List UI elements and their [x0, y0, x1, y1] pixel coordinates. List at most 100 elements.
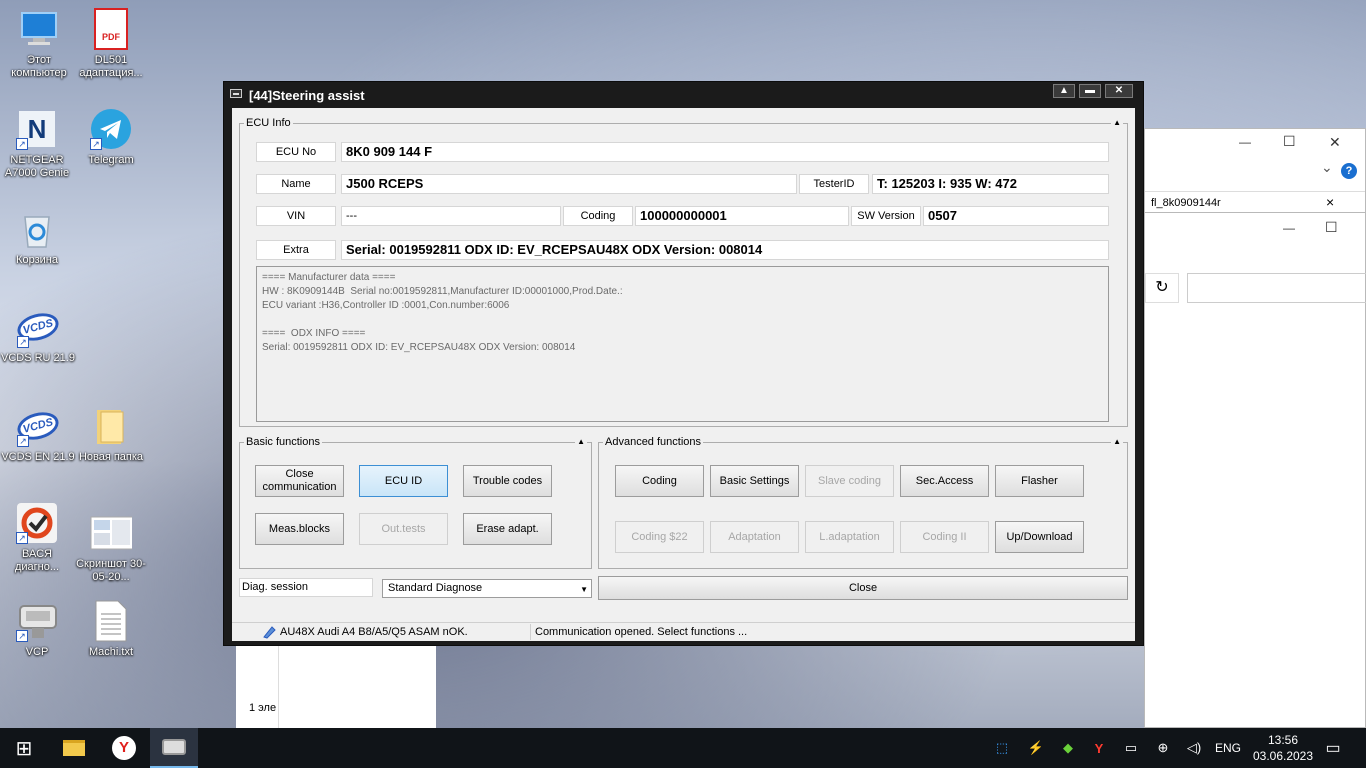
- collapse-arrow-icon[interactable]: ▲: [1111, 118, 1123, 128]
- vcp-connector-icon: [162, 739, 186, 755]
- volume-icon[interactable]: ◁): [1182, 728, 1206, 768]
- start-button[interactable]: ⊞: [0, 728, 48, 768]
- desktop-icon-label: NETGEAR A7000 Genie: [4, 154, 70, 179]
- minimize-button[interactable]: —: [1239, 135, 1251, 149]
- chevron-down-icon[interactable]: ⌄: [1321, 159, 1333, 176]
- title-bar[interactable]: [44]Steering assist ▲ ▬ ✕: [224, 82, 1143, 106]
- maximize-button[interactable]: ☐: [1283, 133, 1296, 150]
- desktop-icon-label: Этот компьютер: [11, 54, 67, 79]
- basic-settings-button[interactable]: Basic Settings: [710, 465, 799, 497]
- tester-id-label: TesterID: [799, 174, 869, 194]
- desktop-icon-netgear[interactable]: N ↗ NETGEAR A7000 Genie: [0, 108, 74, 180]
- taskbar-vcds[interactable]: [150, 728, 198, 768]
- desktop-icon-label: ВАСЯ диагно...: [14, 548, 60, 573]
- network-icon[interactable]: ⊕: [1151, 728, 1175, 768]
- screenshot-tray-icon[interactable]: ⬚: [990, 728, 1014, 768]
- desktop-icon-vcds-en[interactable]: VCDS ↗ VCDS EN 21.9: [1, 405, 75, 464]
- clock-time: 13:56: [1267, 733, 1299, 747]
- close-window-button[interactable]: ✕: [1105, 84, 1133, 98]
- ecu-details-box[interactable]: ==== Manufacturer data ==== HW : 8K09091…: [256, 266, 1109, 422]
- search-input[interactable]: [1187, 273, 1366, 303]
- desktop-icon-recycle-bin[interactable]: Корзина: [0, 208, 74, 267]
- window-menu-icon[interactable]: [230, 89, 242, 98]
- tab-close-icon[interactable]: ×: [1326, 194, 1334, 210]
- close-communication-button[interactable]: Close communication: [255, 465, 344, 497]
- name-label: Name: [256, 174, 336, 194]
- advanced-functions-group: Advanced functions ▲ Coding Basic Settin…: [598, 436, 1128, 569]
- computer-icon: [18, 8, 60, 50]
- language-indicator[interactable]: ENG: [1210, 728, 1246, 768]
- details-line: ==== Manufacturer data ====: [262, 272, 396, 283]
- group-label: ECU Info: [244, 117, 293, 129]
- desktop-icon-screenshot[interactable]: Скриншот 30-05-20...: [74, 512, 148, 584]
- shortcut-arrow-icon: ↗: [16, 138, 28, 150]
- close-button[interactable]: Close: [598, 576, 1128, 600]
- shortcut-arrow-icon: ↗: [16, 532, 28, 544]
- minimize-button[interactable]: —: [1283, 221, 1295, 235]
- desktop-icon-vasya[interactable]: ↗ ВАСЯ диагно...: [0, 502, 74, 574]
- desktop-icon-new-folder[interactable]: Новая папка: [74, 405, 148, 464]
- restore-button[interactable]: ▲: [1053, 84, 1075, 98]
- details-line: ECU variant :H36,Controller ID :0001,Con…: [262, 300, 510, 311]
- desktop-icon-label: Telegram: [88, 154, 134, 166]
- desktop-icon-telegram[interactable]: ↗ Telegram: [74, 108, 148, 167]
- vin-label: VIN: [256, 206, 336, 226]
- vcds-window[interactable]: [44]Steering assist ▲ ▬ ✕ ECU Info ▲ ECU…: [223, 81, 1144, 646]
- tab-title: fl_8k0909144r: [1151, 197, 1221, 209]
- up-download-button[interactable]: Up/Download: [995, 521, 1084, 553]
- bg-explorer-window-1[interactable]: — ☐ ✕ ⌄ ? fl_8k0909144r ×: [1144, 128, 1366, 213]
- close-button[interactable]: ✕: [1329, 134, 1341, 151]
- battery-icon[interactable]: ▭: [1119, 728, 1143, 768]
- status-message: Communication opened. Select functions .…: [535, 626, 748, 638]
- app-tray-icon[interactable]: ◆: [1056, 728, 1080, 768]
- erase-adapt-button[interactable]: Erase adapt.: [463, 513, 552, 545]
- vcds-icon: VCDS ↗: [14, 405, 62, 447]
- group-label: Advanced functions: [603, 436, 704, 448]
- out-tests-button: Out.tests: [359, 513, 448, 545]
- taskbar-explorer[interactable]: [50, 728, 98, 768]
- desktop-icon-label: Корзина: [16, 254, 58, 266]
- recycle-bin-icon: [16, 208, 58, 250]
- trouble-codes-button[interactable]: Trouble codes: [463, 465, 552, 497]
- notifications-icon[interactable]: ▭: [1320, 728, 1346, 768]
- collapse-arrow-icon[interactable]: ▲: [1111, 437, 1123, 447]
- diag-session-value: Standard Diagnose: [388, 582, 483, 594]
- desktop-icon-this-pc[interactable]: Этот компьютер: [2, 8, 76, 80]
- power-tray-icon[interactable]: ⚡: [1024, 728, 1048, 768]
- desktop-icon-dl501[interactable]: PDF DL501 адаптация...: [74, 8, 148, 80]
- name-value: J500 RCEPS: [341, 174, 797, 194]
- pdf-icon: PDF: [90, 8, 132, 50]
- desktop-icon-vcds-ru[interactable]: VCDS ↗ VCDS RU 21.9: [1, 306, 75, 365]
- coding-22-button: Coding $22: [615, 521, 704, 553]
- sec-access-button[interactable]: Sec.Access: [900, 465, 989, 497]
- ecu-id-button[interactable]: ECU ID: [359, 465, 448, 497]
- details-line: Serial: 0019592811 ODX ID: EV_RCEPSAU48X…: [262, 342, 576, 353]
- diag-session-label: Diag. session: [239, 578, 373, 597]
- clock-date: 03.06.2023: [1252, 749, 1314, 763]
- desktop-icon-vcp[interactable]: ↗ VCP: [0, 600, 74, 659]
- minimize-button[interactable]: ▬: [1079, 84, 1101, 98]
- coding-value: 100000000001: [635, 206, 849, 226]
- yandex-browser-icon: Y: [112, 736, 136, 760]
- meas-blocks-button[interactable]: Meas.blocks: [255, 513, 344, 545]
- bg-explorer-window-3: 1 эле: [236, 640, 436, 728]
- address-tab[interactable]: fl_8k0909144r ×: [1145, 191, 1365, 213]
- help-icon[interactable]: ?: [1341, 163, 1357, 179]
- clock[interactable]: 13:56 03.06.2023: [1252, 732, 1314, 764]
- taskbar-yandex-browser[interactable]: Y: [100, 728, 148, 768]
- maximize-button[interactable]: ☐: [1325, 219, 1338, 236]
- details-line: HW : 8K0909144B Serial no:0019592811,Man…: [262, 286, 623, 297]
- desktop-icon-label: DL501 адаптация...: [79, 54, 143, 79]
- refresh-button[interactable]: ↻: [1145, 273, 1179, 303]
- desktop-icon-label: Machi.txt: [88, 646, 133, 658]
- flasher-button[interactable]: Flasher: [995, 465, 1084, 497]
- collapse-arrow-icon[interactable]: ▲: [575, 437, 587, 447]
- chevron-down-icon[interactable]: ▼: [580, 581, 588, 598]
- desktop-icon-machi-txt[interactable]: Machi.txt: [74, 600, 148, 659]
- window-client: ECU Info ▲ ECU No 8K0 909 144 F Name J50…: [232, 108, 1135, 641]
- bg-explorer-window-2[interactable]: — ☐ ↻: [1144, 212, 1366, 728]
- diag-session-select[interactable]: Standard Diagnose ▼: [382, 579, 592, 598]
- yandex-tray-icon[interactable]: Y: [1087, 728, 1111, 768]
- coding-button[interactable]: Coding: [615, 465, 704, 497]
- status-bar: AU48X Audi A4 B8/A5/Q5 ASAM nOK. Communi…: [232, 622, 1135, 641]
